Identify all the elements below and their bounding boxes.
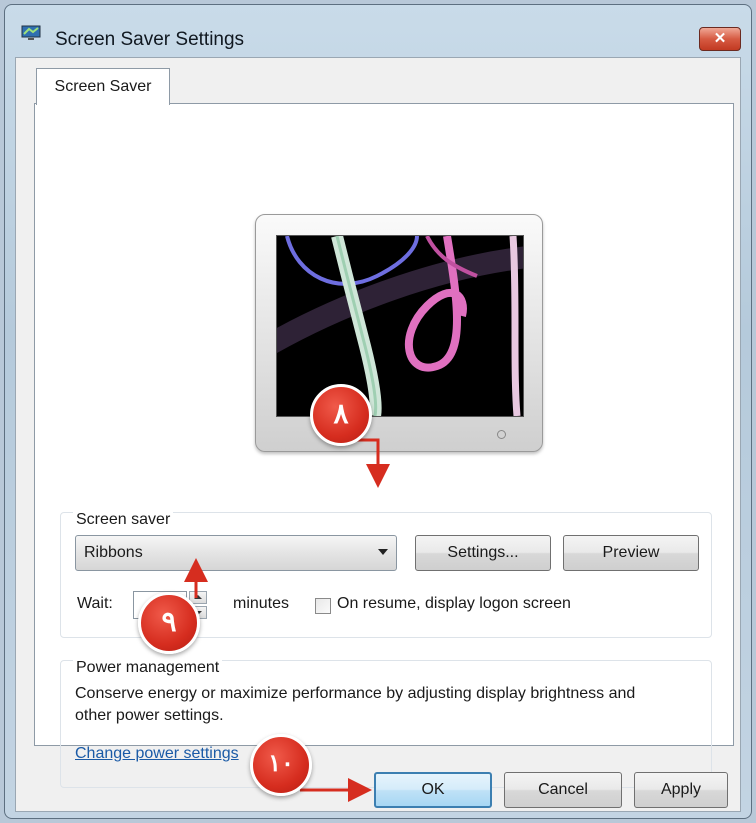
close-button[interactable]: ✕: [699, 27, 741, 51]
power-led-icon: [497, 430, 506, 439]
settings-button[interactable]: Settings...: [415, 535, 551, 571]
step-marker-10: ١٠: [250, 734, 312, 796]
preview-button[interactable]: Preview: [563, 535, 699, 571]
ribbons-preview-image: [277, 236, 523, 416]
logon-label[interactable]: On resume, display logon screen: [337, 595, 571, 613]
monitor-app-icon: [21, 25, 41, 40]
logon-checkbox[interactable]: [315, 598, 331, 614]
tab-screen-saver[interactable]: Screen Saver: [36, 68, 170, 105]
title-bar[interactable]: Screen Saver Settings ✕: [5, 5, 751, 57]
dialog-body: Screen Saver Screen saver Ribbons Settin…: [15, 57, 741, 812]
preview-screen: [276, 235, 524, 417]
change-power-settings-link[interactable]: Change power settings: [75, 745, 239, 763]
power-management-group: Power management Conserve energy or maxi…: [60, 659, 712, 788]
arrow-up-icon: [194, 595, 202, 599]
chevron-down-icon[interactable]: [378, 549, 388, 555]
apply-button[interactable]: Apply: [634, 772, 728, 808]
ok-button[interactable]: OK: [374, 772, 492, 808]
tab-panel: Screen saver Ribbons Settings... Preview…: [34, 103, 734, 788]
screen-saver-group-title: Screen saver: [73, 511, 174, 529]
screen-saver-selected: Ribbons: [84, 544, 143, 561]
minutes-label: minutes: [233, 595, 290, 612]
step-marker-9: ٩: [138, 592, 200, 654]
cancel-button[interactable]: Cancel: [504, 772, 622, 808]
screen-saver-select[interactable]: Ribbons: [75, 535, 397, 571]
preview-monitor: [255, 214, 543, 452]
dialog-window: Screen Saver Settings ✕ Screen Saver Scr…: [4, 4, 752, 819]
step-marker-8: ٨: [310, 384, 372, 446]
window-title: Screen Saver Settings: [55, 29, 245, 50]
power-description: Conserve energy or maximize performance …: [75, 685, 636, 724]
wait-label: Wait:: [77, 595, 113, 612]
power-group-title: Power management: [73, 659, 223, 677]
